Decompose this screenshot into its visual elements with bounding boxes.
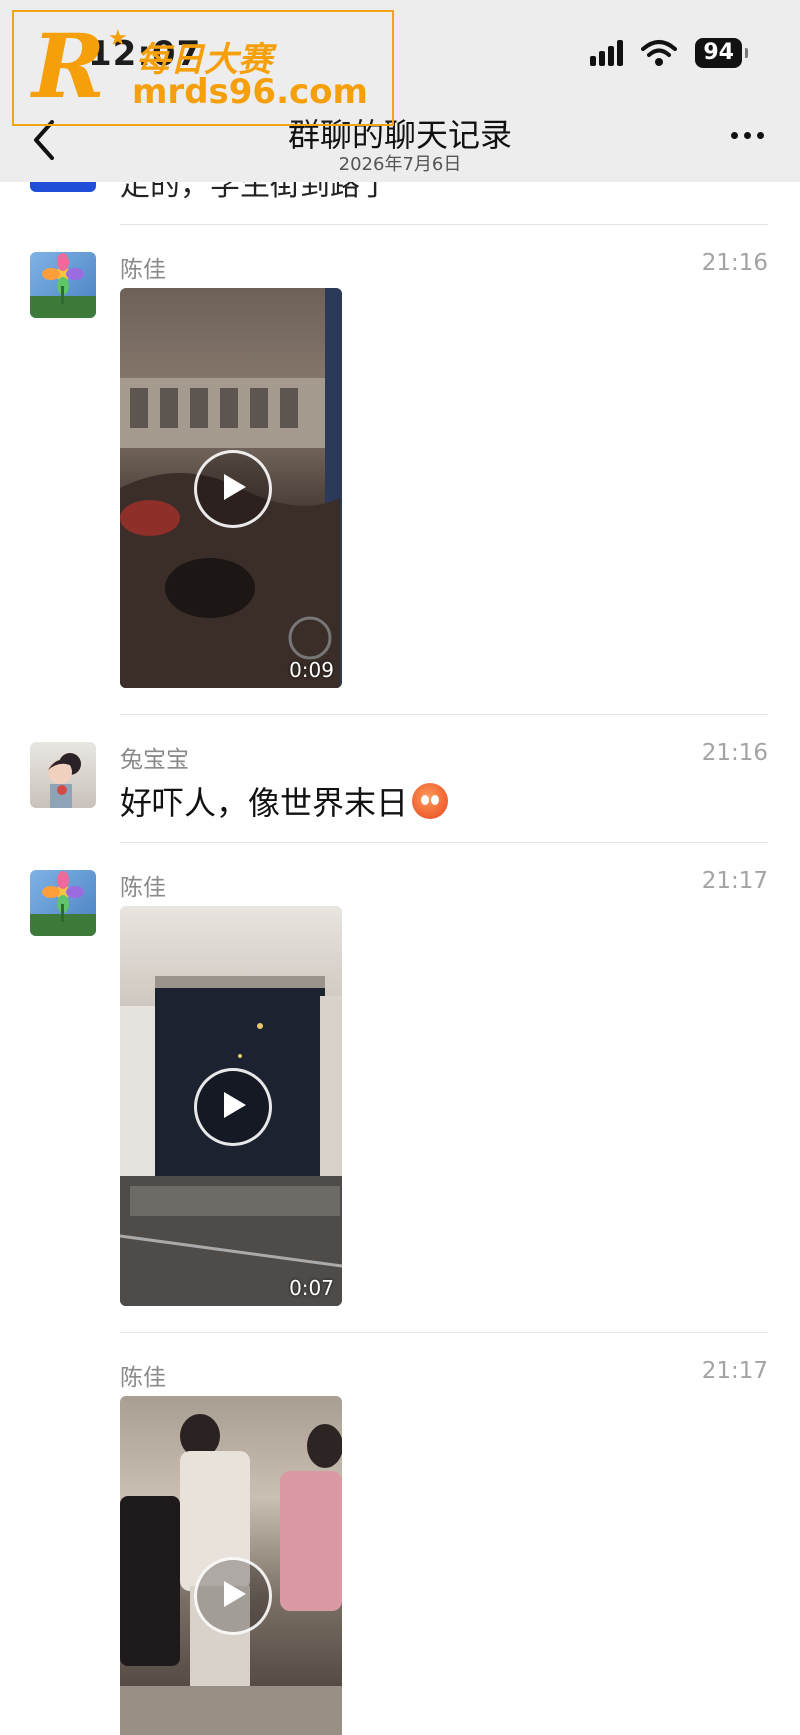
signal-icon — [590, 40, 624, 66]
video-duration: 0:07 — [289, 1276, 334, 1300]
message-time: 21:16 — [701, 740, 768, 766]
play-icon[interactable] — [194, 450, 272, 528]
more-icon[interactable] — [731, 132, 764, 139]
message-time: 21:17 — [701, 1358, 768, 1384]
sender-name: 陈佳 — [120, 1365, 166, 1391]
page-subtitle-date: 2026年7月6日 — [338, 154, 462, 175]
wifi-icon — [641, 40, 678, 66]
avatar[interactable] — [30, 252, 96, 318]
avatar[interactable] — [30, 742, 96, 808]
watermark-url: mrds96.com — [132, 72, 368, 112]
divider — [120, 842, 768, 843]
video-message[interactable]: 0:07 — [120, 906, 342, 1306]
message-text[interactable]: 好吓人，像世界末日 — [120, 778, 449, 824]
divider — [120, 224, 768, 225]
message-text-content: 好吓人，像世界末日 — [120, 784, 409, 822]
play-icon[interactable] — [194, 1068, 272, 1146]
sender-name: 陈佳 — [120, 875, 166, 901]
video-message[interactable] — [120, 1396, 342, 1735]
divider — [120, 714, 768, 715]
watermark-star-icon: ★ — [108, 26, 128, 51]
emoji-sweat-icon — [412, 783, 449, 819]
video-message[interactable]: 0:09 — [120, 288, 342, 688]
battery-icon: 94 — [695, 38, 748, 68]
avatar[interactable] — [30, 870, 96, 936]
watermark-letter: R — [32, 14, 106, 118]
divider — [120, 1332, 768, 1333]
sender-name: 兔宝宝 — [120, 747, 189, 773]
sender-name: 陈佳 — [120, 257, 166, 283]
status-icons: 94 — [590, 38, 748, 68]
watermark-logo: R ★ 每日大赛 mrds96.com — [12, 10, 394, 126]
message-time: 21:16 — [701, 250, 768, 276]
message-time: 21:17 — [701, 868, 768, 894]
video-duration: 0:09 — [289, 658, 334, 682]
play-icon[interactable] — [194, 1557, 272, 1635]
